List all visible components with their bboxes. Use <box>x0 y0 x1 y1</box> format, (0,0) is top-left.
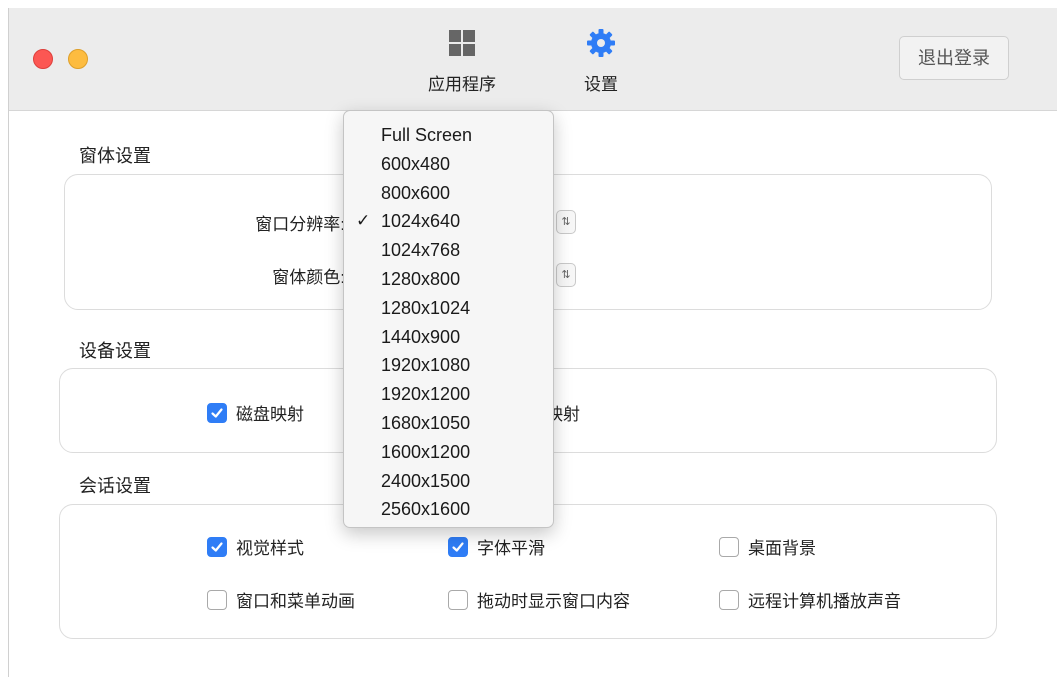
toolbar: 应用程序 设置 退出登录 <box>9 8 1057 111</box>
checkbox-checked-icon <box>207 536 227 557</box>
close-window-button[interactable] <box>33 49 53 69</box>
show-window-contents-label: 拖动时显示窗口内容 <box>477 592 630 611</box>
grid-icon <box>449 30 475 56</box>
resolution-option-800x600[interactable]: 800x600 <box>344 179 553 208</box>
resolution-option-1440x900[interactable]: 1440x900 <box>344 323 553 352</box>
resolution-option-1680x1050[interactable]: 1680x1050 <box>344 409 553 438</box>
disk-mapping-label: 磁盘映射 <box>236 405 304 424</box>
resolution-option-1280x800[interactable]: 1280x800 <box>344 265 553 294</box>
toolbar-apps-label: 应用程序 <box>428 75 496 94</box>
selected-check-icon: ✓ <box>356 211 371 231</box>
window-settings-title: 窗体设置 <box>79 146 151 166</box>
resolution-option-1600x1200[interactable]: 1600x1200 <box>344 438 553 467</box>
resolution-label: 窗口分辨率: <box>255 215 345 234</box>
resolution-option-600x480[interactable]: 600x480 <box>344 150 553 179</box>
resolution-option-1920x1200[interactable]: 1920x1200 <box>344 380 553 409</box>
toolbar-settings-label: 设置 <box>584 75 618 94</box>
toolbar-settings-button[interactable]: 设置 <box>551 28 651 100</box>
resolution-option-2560x1600[interactable]: 2560x1600 <box>344 495 553 524</box>
font-smoothing-label: 字体平滑 <box>477 539 545 558</box>
font-smoothing-checkbox[interactable]: 字体平滑 <box>448 534 545 559</box>
window-color-label: 窗体颜色: <box>272 268 345 287</box>
resolution-option-2400x1500[interactable]: 2400x1500 <box>344 467 553 496</box>
menu-animation-checkbox[interactable]: 窗口和菜单动画 <box>207 587 355 612</box>
remote-audio-label: 远程计算机播放声音 <box>748 592 901 611</box>
show-window-contents-checkbox[interactable]: 拖动时显示窗口内容 <box>448 587 630 612</box>
session-settings-title: 会话设置 <box>79 476 151 496</box>
desktop-background-label: 桌面背景 <box>748 539 816 558</box>
gear-icon <box>587 29 615 57</box>
window-color-select-stepper[interactable]: ⇅ <box>556 263 576 287</box>
resolution-option-1920x1080[interactable]: 1920x1080 <box>344 351 553 380</box>
resolution-option-1280x1024[interactable]: 1280x1024 <box>344 294 553 323</box>
menu-animation-label: 窗口和菜单动画 <box>236 592 355 611</box>
resolution-dropdown-menu: Full Screen 600x480 800x600 ✓ 1024x640 1… <box>343 110 554 528</box>
remote-audio-checkbox[interactable]: 远程计算机播放声音 <box>719 587 901 612</box>
disk-mapping-checkbox[interactable]: 磁盘映射 <box>207 400 304 425</box>
logout-button[interactable]: 退出登录 <box>899 36 1009 80</box>
resolution-option-1024x768[interactable]: 1024x768 <box>344 236 553 265</box>
checkbox-checked-icon <box>207 402 227 423</box>
checkbox-unchecked-icon <box>719 536 739 557</box>
checkbox-unchecked-icon <box>719 589 739 610</box>
toolbar-apps-button[interactable]: 应用程序 <box>412 28 512 100</box>
app-window: 应用程序 设置 退出登录 窗体设置 窗口分辨率: ⇅ 窗体颜色: ⇅ 设备设置 … <box>8 8 1057 677</box>
resolution-option-1024x640[interactable]: ✓ 1024x640 <box>344 207 553 236</box>
desktop-background-checkbox[interactable]: 桌面背景 <box>719 534 816 559</box>
visual-styles-checkbox[interactable]: 视觉样式 <box>207 534 304 559</box>
minimize-window-button[interactable] <box>68 49 88 69</box>
visual-styles-label: 视觉样式 <box>236 539 304 558</box>
checkbox-checked-icon <box>448 536 468 557</box>
resolution-select-stepper[interactable]: ⇅ <box>556 210 576 234</box>
resolution-option-full-screen[interactable]: Full Screen <box>344 121 553 150</box>
checkbox-unchecked-icon <box>448 589 468 610</box>
checkbox-unchecked-icon <box>207 589 227 610</box>
device-settings-title: 设备设置 <box>79 341 151 361</box>
